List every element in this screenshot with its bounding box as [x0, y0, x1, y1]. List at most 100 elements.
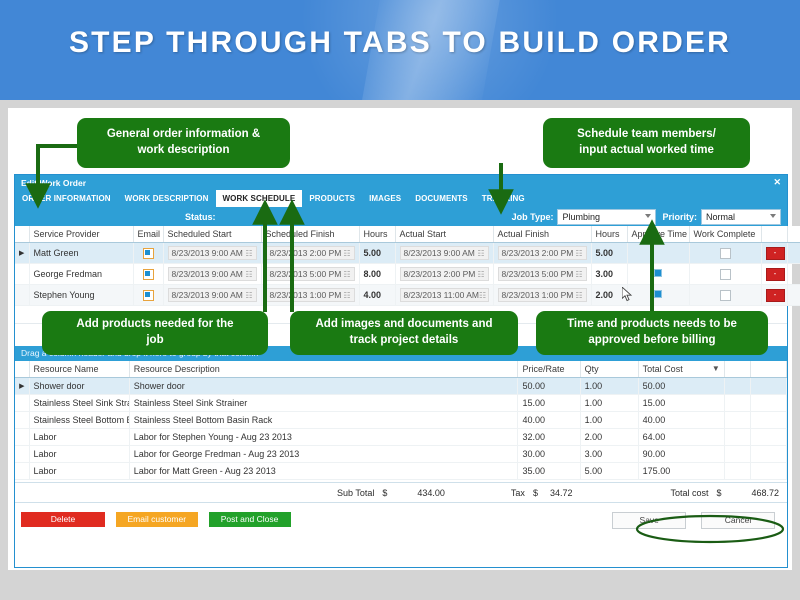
cell-qty[interactable]: 1.00 — [580, 394, 639, 412]
cell-resource-description[interactable]: Labor for Stephen Young - Aug 23 2013 — [129, 428, 519, 446]
actual-start-field[interactable]: 8/23/2013 11:00 AM ☷ — [399, 288, 489, 302]
calendar-icon[interactable]: ☷ — [245, 249, 252, 258]
table-row[interactable]: Stainless Steel Sink StrainerStainless S… — [15, 394, 788, 412]
approve-time-checkbox[interactable] — [654, 290, 662, 298]
table-row[interactable]: Labor Labor for George Fredman - Aug 23 2… — [15, 445, 788, 463]
cell-resource-name[interactable]: Shower door — [29, 377, 130, 395]
cell-qty[interactable]: 2.00 — [580, 428, 639, 446]
cell-qty[interactable]: 1.00 — [580, 411, 639, 429]
cell-service-provider[interactable]: Matt Green — [29, 242, 134, 264]
col-email[interactable]: Email — [133, 226, 164, 243]
actual-finish-field[interactable]: 8/23/2013 1:00 PM ☷ — [497, 288, 587, 302]
cell-work-complete[interactable] — [689, 263, 762, 285]
email-customer-button[interactable]: Email customer — [115, 512, 198, 527]
cell-actual-start[interactable]: 8/23/2013 11:00 AM ☷ — [395, 284, 494, 306]
tab-work-description[interactable]: WORK DESCRIPTION — [118, 190, 216, 207]
col-hours-actual[interactable]: Hours — [591, 226, 628, 243]
cell-delete[interactable]: - — [761, 284, 788, 306]
col-resource-name[interactable]: Resource Name — [29, 361, 130, 378]
cell-delete[interactable]: - — [761, 242, 788, 264]
calendar-icon[interactable]: ☷ — [343, 291, 350, 300]
actual-start-field[interactable]: 8/23/2013 2:00 PM ☷ — [399, 267, 489, 281]
calendar-icon[interactable]: ☷ — [575, 249, 582, 258]
cell-price-rate[interactable]: 30.00 — [517, 445, 581, 463]
scheduled-finish-field[interactable]: 8/23/2013 2:00 PM ☷ — [265, 246, 355, 260]
cell-resource-name[interactable]: Stainless Steel Bottom Basin — [29, 411, 130, 429]
table-row[interactable]: Stainless Steel Bottom BasinStainless St… — [15, 411, 788, 429]
work-complete-checkbox[interactable] — [719, 247, 731, 259]
cell-resource-name[interactable]: Labor — [29, 445, 130, 463]
col-actual-finish[interactable]: Actual Finish — [493, 226, 592, 243]
scheduled-finish-field[interactable]: 8/23/2013 1:00 PM ☷ — [265, 288, 355, 302]
tab-work-schedule[interactable]: WORK SCHEDULE — [215, 190, 303, 207]
cell-resource-description[interactable]: Shower door — [129, 377, 519, 395]
calendar-icon[interactable]: ☷ — [575, 270, 582, 279]
cell-resource-description[interactable]: Labor for Matt Green - Aug 23 2013 — [129, 462, 519, 480]
cell-scheduled-finish[interactable]: 8/23/2013 5:00 PM ☷ — [261, 263, 360, 285]
cell-actual-finish[interactable]: 8/23/2013 2:00 PM ☷ — [493, 242, 592, 264]
cell-approve-time[interactable] — [627, 263, 690, 285]
work-complete-checkbox[interactable] — [719, 268, 731, 280]
priority-select[interactable]: Normal — [701, 208, 781, 225]
cell-actual-finish[interactable]: 8/23/2013 5:00 PM ☷ — [493, 263, 592, 285]
cell-scheduled-start[interactable]: 8/23/2013 9:00 AM ☷ — [163, 284, 262, 306]
scheduled-finish-field[interactable]: 8/23/2013 5:00 PM ☷ — [265, 267, 355, 281]
scheduled-start-field[interactable]: 8/23/2013 9:00 AM ☷ — [167, 246, 257, 260]
actual-finish-field[interactable]: 8/23/2013 2:00 PM ☷ — [497, 246, 587, 260]
table-row[interactable]: ▶ Matt Green 8/23/2013 9:00 AM ☷ 8/23/2013 2… — [15, 242, 800, 264]
cell-approve-time[interactable] — [627, 242, 690, 264]
save-button[interactable]: Save — [612, 512, 687, 529]
cancel-button[interactable]: Cancel — [701, 512, 775, 529]
table-row[interactable]: Stephen Young 8/23/2013 9:00 AM ☷ 8/23/2013… — [15, 284, 800, 306]
col-scheduled-start[interactable]: Scheduled Start — [163, 226, 262, 243]
work-complete-checkbox[interactable] — [719, 289, 731, 301]
calendar-icon[interactable]: ☷ — [575, 291, 582, 300]
tab-tracking[interactable]: TRACKING — [475, 190, 532, 207]
delete-row-button[interactable]: - — [765, 246, 785, 260]
scheduled-start-field[interactable]: 8/23/2013 9:00 AM ☷ — [167, 267, 257, 281]
cell-price-rate[interactable]: 32.00 — [517, 428, 581, 446]
calendar-icon[interactable]: ☷ — [343, 270, 350, 279]
cell-actual-start[interactable]: 8/23/2013 2:00 PM ☷ — [395, 263, 494, 285]
cell-work-complete[interactable] — [689, 242, 762, 264]
cell-resource-name[interactable]: Labor — [29, 428, 130, 446]
cell-resource-description[interactable]: Stainless Steel Sink Strainer — [129, 394, 519, 412]
calendar-icon[interactable]: ☷ — [343, 249, 350, 258]
cell-delete[interactable]: - — [761, 263, 788, 285]
table-row[interactable]: Labor Labor for Matt Green - Aug 23 2013 3… — [15, 462, 788, 480]
col-approve-time[interactable]: Approve Time — [627, 226, 690, 243]
post-and-close-button[interactable]: Post and Close — [208, 512, 291, 527]
col-resource-description[interactable]: Resource Description — [129, 361, 519, 378]
cell-email-checkbox[interactable] — [133, 242, 164, 264]
table-row[interactable]: Labor Labor for Stephen Young - Aug 23 20… — [15, 428, 788, 446]
tab-products[interactable]: PRODUCTS — [302, 190, 362, 207]
email-checkbox[interactable] — [142, 268, 154, 280]
cell-qty[interactable]: 3.00 — [580, 445, 639, 463]
calendar-icon[interactable]: ☷ — [479, 291, 486, 300]
email-checkbox[interactable] — [142, 289, 154, 301]
cell-scheduled-finish[interactable]: 8/23/2013 2:00 PM ☷ — [261, 242, 360, 264]
col-work-complete[interactable]: Work Complete — [689, 226, 762, 243]
cell-resource-name[interactable]: Labor — [29, 462, 130, 480]
cell-resource-name[interactable]: Stainless Steel Sink Strainer — [29, 394, 130, 412]
cell-scheduled-finish[interactable]: 8/23/2013 1:00 PM ☷ — [261, 284, 360, 306]
delete-row-button[interactable]: - — [765, 267, 785, 281]
col-service-provider[interactable]: Service Provider — [29, 226, 134, 243]
cell-actual-finish[interactable]: 8/23/2013 1:00 PM ☷ — [493, 284, 592, 306]
cell-approve-time[interactable] — [627, 284, 690, 306]
close-icon[interactable]: ✕ — [773, 177, 781, 188]
cell-actual-start[interactable]: 8/23/2013 9:00 AM ☷ — [395, 242, 494, 264]
col-actual-start[interactable]: Actual Start — [395, 226, 494, 243]
filter-icon[interactable]: ▼ — [712, 364, 720, 373]
cell-email-checkbox[interactable] — [133, 263, 164, 285]
cell-price-rate[interactable]: 40.00 — [517, 411, 581, 429]
col-scheduled-finish[interactable]: Scheduled Finish — [261, 226, 360, 243]
actual-start-field[interactable]: 8/23/2013 9:00 AM ☷ — [399, 246, 489, 260]
cell-price-rate[interactable]: 35.00 — [517, 462, 581, 480]
table-row[interactable]: George Fredman 8/23/2013 9:00 AM ☷ 8/23/201… — [15, 263, 800, 285]
cell-email-checkbox[interactable] — [133, 284, 164, 306]
col-qty[interactable]: Qty — [580, 361, 639, 378]
tab-documents[interactable]: DOCUMENTS — [408, 190, 474, 207]
delete-row-button[interactable]: - — [765, 288, 785, 302]
delete-button[interactable]: Delete — [21, 512, 105, 527]
